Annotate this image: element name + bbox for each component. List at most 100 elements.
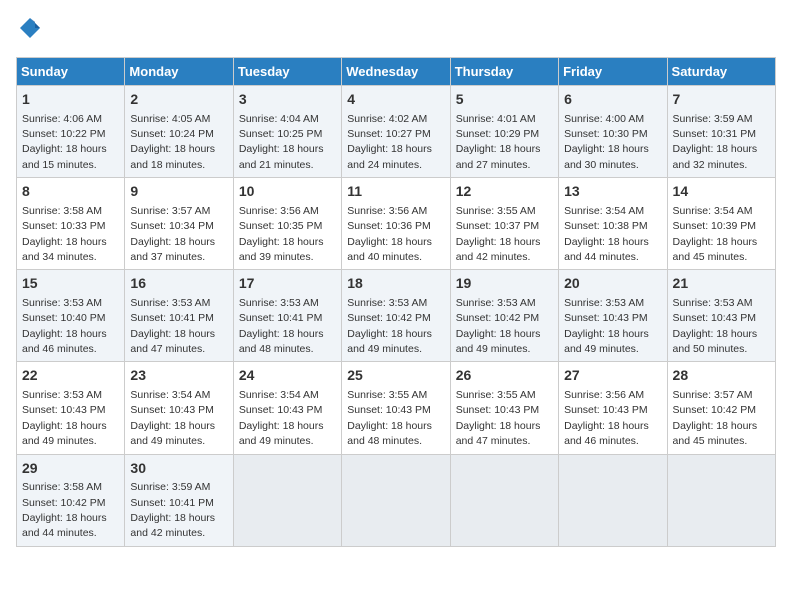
day-detail: Sunrise: 3:54 AMSunset: 10:43 PMDaylight… <box>239 389 324 447</box>
calendar-week-row: 15 Sunrise: 3:53 AMSunset: 10:40 PMDaylig… <box>17 270 776 362</box>
calendar-day-cell <box>233 454 341 546</box>
day-number: 14 <box>673 182 770 202</box>
day-number: 30 <box>130 459 227 479</box>
day-number: 23 <box>130 366 227 386</box>
calendar-day-header: Friday <box>559 58 667 86</box>
day-detail: Sunrise: 3:54 AMSunset: 10:39 PMDaylight… <box>673 205 758 263</box>
calendar-day-cell: 6 Sunrise: 4:00 AMSunset: 10:30 PMDayligh… <box>559 86 667 178</box>
calendar-table: SundayMondayTuesdayWednesdayThursdayFrid… <box>16 57 776 547</box>
day-detail: Sunrise: 3:53 AMSunset: 10:43 PMDaylight… <box>673 297 758 355</box>
calendar-day-cell: 22 Sunrise: 3:53 AMSunset: 10:43 PMDaylig… <box>17 362 125 454</box>
calendar-day-header: Thursday <box>450 58 558 86</box>
calendar-day-cell: 18 Sunrise: 3:53 AMSunset: 10:42 PMDaylig… <box>342 270 450 362</box>
calendar-day-cell <box>667 454 775 546</box>
day-detail: Sunrise: 3:59 AMSunset: 10:31 PMDaylight… <box>673 113 758 171</box>
logo-icon <box>18 16 42 40</box>
calendar-week-row: 29Sunrise: 3:58 AMSunset: 10:42 PMDaylig… <box>17 454 776 546</box>
day-number: 19 <box>456 274 553 294</box>
calendar-day-cell: 15 Sunrise: 3:53 AMSunset: 10:40 PMDaylig… <box>17 270 125 362</box>
day-detail: Sunrise: 4:06 AMSunset: 10:22 PMDaylight… <box>22 113 107 171</box>
day-detail: Sunrise: 3:56 AMSunset: 10:36 PMDaylight… <box>347 205 432 263</box>
day-detail: Sunrise: 4:04 AMSunset: 10:25 PMDaylight… <box>239 113 324 171</box>
calendar-day-cell: 10 Sunrise: 3:56 AMSunset: 10:35 PMDaylig… <box>233 178 341 270</box>
day-number: 6 <box>564 90 661 110</box>
calendar-day-cell: 24 Sunrise: 3:54 AMSunset: 10:43 PMDaylig… <box>233 362 341 454</box>
calendar-day-header: Sunday <box>17 58 125 86</box>
day-detail: Sunrise: 3:53 AMSunset: 10:43 PMDaylight… <box>22 389 107 447</box>
day-detail: Sunrise: 3:56 AMSunset: 10:35 PMDaylight… <box>239 205 324 263</box>
calendar-day-cell: 26 Sunrise: 3:55 AMSunset: 10:43 PMDaylig… <box>450 362 558 454</box>
day-number: 26 <box>456 366 553 386</box>
calendar-day-cell: 28Sunrise: 3:57 AMSunset: 10:42 PMDaylig… <box>667 362 775 454</box>
calendar-day-header: Saturday <box>667 58 775 86</box>
day-detail: Sunrise: 4:02 AMSunset: 10:27 PMDaylight… <box>347 113 432 171</box>
day-detail: Sunrise: 3:55 AMSunset: 10:43 PMDaylight… <box>347 389 432 447</box>
calendar-day-cell: 1 Sunrise: 4:06 AMSunset: 10:22 PMDayligh… <box>17 86 125 178</box>
day-detail: Sunrise: 3:53 AMSunset: 10:42 PMDaylight… <box>456 297 541 355</box>
day-number: 27 <box>564 366 661 386</box>
day-number: 29 <box>22 459 119 479</box>
day-number: 4 <box>347 90 444 110</box>
day-detail: Sunrise: 3:53 AMSunset: 10:41 PMDaylight… <box>239 297 324 355</box>
calendar-day-cell <box>559 454 667 546</box>
day-number: 13 <box>564 182 661 202</box>
day-number: 25 <box>347 366 444 386</box>
calendar-day-cell: 16Sunrise: 3:53 AMSunset: 10:41 PMDaylig… <box>125 270 233 362</box>
day-number: 17 <box>239 274 336 294</box>
calendar-day-cell: 5 Sunrise: 4:01 AMSunset: 10:29 PMDayligh… <box>450 86 558 178</box>
day-detail: Sunrise: 4:01 AMSunset: 10:29 PMDaylight… <box>456 113 541 171</box>
day-detail: Sunrise: 3:55 AMSunset: 10:43 PMDaylight… <box>456 389 541 447</box>
calendar-day-cell: 25 Sunrise: 3:55 AMSunset: 10:43 PMDaylig… <box>342 362 450 454</box>
calendar-day-cell: 3Sunrise: 4:04 AMSunset: 10:25 PMDayligh… <box>233 86 341 178</box>
day-number: 10 <box>239 182 336 202</box>
calendar-day-cell: 20 Sunrise: 3:53 AMSunset: 10:43 PMDaylig… <box>559 270 667 362</box>
day-number: 18 <box>347 274 444 294</box>
day-detail: Sunrise: 3:53 AMSunset: 10:42 PMDaylight… <box>347 297 432 355</box>
calendar-day-cell: 9Sunrise: 3:57 AMSunset: 10:34 PMDayligh… <box>125 178 233 270</box>
day-number: 20 <box>564 274 661 294</box>
day-detail: Sunrise: 3:53 AMSunset: 10:43 PMDaylight… <box>564 297 649 355</box>
calendar-body: 1 Sunrise: 4:06 AMSunset: 10:22 PMDayligh… <box>17 86 776 547</box>
calendar-day-cell: 13 Sunrise: 3:54 AMSunset: 10:38 PMDaylig… <box>559 178 667 270</box>
calendar-day-cell: 30Sunrise: 3:59 AMSunset: 10:41 PMDaylig… <box>125 454 233 546</box>
calendar-day-cell: 29Sunrise: 3:58 AMSunset: 10:42 PMDaylig… <box>17 454 125 546</box>
calendar-day-cell: 2Sunrise: 4:05 AMSunset: 10:24 PMDayligh… <box>125 86 233 178</box>
day-number: 24 <box>239 366 336 386</box>
day-number: 7 <box>673 90 770 110</box>
calendar-week-row: 8 Sunrise: 3:58 AMSunset: 10:33 PMDayligh… <box>17 178 776 270</box>
day-number: 11 <box>347 182 444 202</box>
day-number: 8 <box>22 182 119 202</box>
day-detail: Sunrise: 3:56 AMSunset: 10:43 PMDaylight… <box>564 389 649 447</box>
day-detail: Sunrise: 3:59 AMSunset: 10:41 PMDaylight… <box>130 481 215 539</box>
calendar-day-header: Tuesday <box>233 58 341 86</box>
calendar-day-cell: 4 Sunrise: 4:02 AMSunset: 10:27 PMDayligh… <box>342 86 450 178</box>
calendar-day-cell: 19 Sunrise: 3:53 AMSunset: 10:42 PMDaylig… <box>450 270 558 362</box>
calendar-header-row: SundayMondayTuesdayWednesdayThursdayFrid… <box>17 58 776 86</box>
calendar-week-row: 22 Sunrise: 3:53 AMSunset: 10:43 PMDaylig… <box>17 362 776 454</box>
logo <box>16 16 42 45</box>
calendar-day-cell: 7 Sunrise: 3:59 AMSunset: 10:31 PMDayligh… <box>667 86 775 178</box>
calendar-day-cell: 11 Sunrise: 3:56 AMSunset: 10:36 PMDaylig… <box>342 178 450 270</box>
calendar-day-header: Wednesday <box>342 58 450 86</box>
day-number: 1 <box>22 90 119 110</box>
day-number: 12 <box>456 182 553 202</box>
day-detail: Sunrise: 3:58 AMSunset: 10:33 PMDaylight… <box>22 205 107 263</box>
day-detail: Sunrise: 4:05 AMSunset: 10:24 PMDaylight… <box>130 113 215 171</box>
calendar-day-cell: 21 Sunrise: 3:53 AMSunset: 10:43 PMDaylig… <box>667 270 775 362</box>
day-number: 5 <box>456 90 553 110</box>
day-number: 22 <box>22 366 119 386</box>
day-number: 21 <box>673 274 770 294</box>
day-number: 28 <box>673 366 770 386</box>
day-number: 15 <box>22 274 119 294</box>
day-detail: Sunrise: 3:54 AMSunset: 10:38 PMDaylight… <box>564 205 649 263</box>
day-detail: Sunrise: 3:58 AMSunset: 10:42 PMDaylight… <box>22 481 107 539</box>
day-detail: Sunrise: 4:00 AMSunset: 10:30 PMDaylight… <box>564 113 649 171</box>
calendar-week-row: 1 Sunrise: 4:06 AMSunset: 10:22 PMDayligh… <box>17 86 776 178</box>
day-detail: Sunrise: 3:54 AMSunset: 10:43 PMDaylight… <box>130 389 215 447</box>
day-number: 16 <box>130 274 227 294</box>
day-detail: Sunrise: 3:53 AMSunset: 10:40 PMDaylight… <box>22 297 107 355</box>
calendar-day-cell <box>342 454 450 546</box>
day-detail: Sunrise: 3:55 AMSunset: 10:37 PMDaylight… <box>456 205 541 263</box>
day-number: 9 <box>130 182 227 202</box>
calendar-day-cell: 23 Sunrise: 3:54 AMSunset: 10:43 PMDaylig… <box>125 362 233 454</box>
